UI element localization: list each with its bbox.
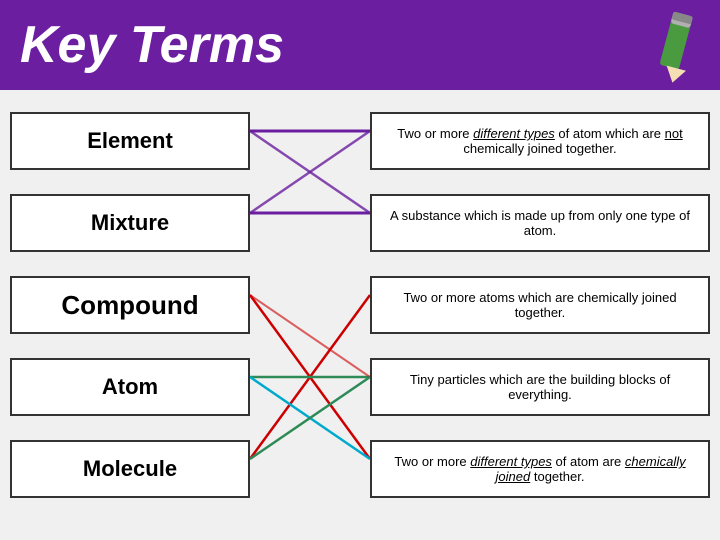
header: Key Terms [0, 0, 720, 90]
pencil-icon [650, 8, 700, 83]
def-box-atom: Tiny particles which are the building bl… [370, 358, 710, 416]
def-box-element: Two or more different types of atom whic… [370, 112, 710, 170]
row-mixture: Mixture A substance which is made up fro… [0, 182, 720, 264]
content-area: Element Two or more different types of a… [0, 90, 720, 540]
row-element: Element Two or more different types of a… [0, 100, 720, 182]
term-box-molecule: Molecule [10, 440, 250, 498]
def-box-compound: Two or more atoms which are chemically j… [370, 276, 710, 334]
term-box-atom: Atom [10, 358, 250, 416]
term-box-compound: Compound [10, 276, 250, 334]
page-title: Key Terms [20, 15, 284, 75]
row-molecule: Molecule Two or more different types of … [0, 428, 720, 510]
def-box-mixture: A substance which is made up from only o… [370, 194, 710, 252]
row-compound: Compound Two or more atoms which are che… [0, 264, 720, 346]
def-box-molecule: Two or more different types of atom are … [370, 440, 710, 498]
term-box-mixture: Mixture [10, 194, 250, 252]
row-atom: Atom Tiny particles which are the buildi… [0, 346, 720, 428]
term-box-element: Element [10, 112, 250, 170]
